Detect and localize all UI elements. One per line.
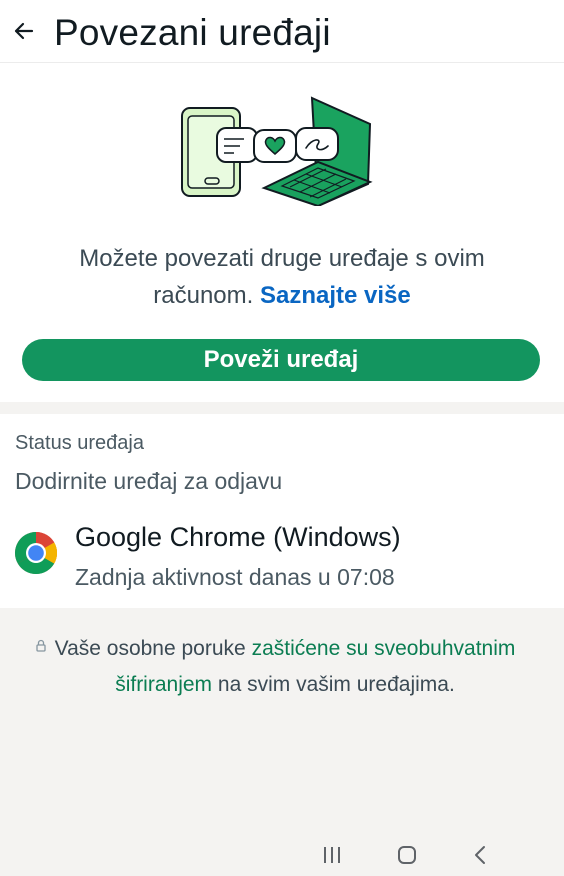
home-button[interactable] bbox=[392, 842, 422, 868]
linked-devices-description: Možete povezati druge uređaje s ovim rač… bbox=[30, 240, 534, 314]
link-device-button[interactable]: Poveži uređaj bbox=[22, 339, 540, 381]
system-navigation-bar bbox=[0, 836, 564, 876]
linked-devices-illustration bbox=[181, 96, 373, 206]
arrow-left-icon bbox=[14, 22, 34, 40]
encryption-text-after: na svim vašim uređajima. bbox=[217, 673, 455, 696]
chrome-icon bbox=[14, 532, 58, 575]
device-last-active: Zadnja aktivnost danas u 07:08 bbox=[75, 564, 395, 590]
section-hint: Dodirnite uređaj za odjavu bbox=[15, 468, 283, 494]
device-name: Google Chrome (Windows) bbox=[75, 522, 401, 552]
home-icon bbox=[398, 846, 416, 864]
encryption-notice: Vaše osobne poruke zaštićene su sveobuhv… bbox=[50, 631, 520, 703]
app-bar: Povezani uređaji bbox=[0, 0, 564, 63]
encryption-text-before: Vaše osobne poruke bbox=[54, 637, 246, 660]
system-back-button[interactable] bbox=[466, 842, 496, 868]
back-icon bbox=[475, 846, 485, 864]
lock-icon bbox=[36, 639, 46, 652]
page-title: Povezani uređaji bbox=[54, 12, 331, 53]
back-button[interactable] bbox=[8, 14, 42, 48]
top-panel: Povezani uređaji Možete povezati druge u… bbox=[0, 0, 564, 402]
device-item[interactable]: Google Chrome (Windows) Zadnja aktivnost… bbox=[0, 514, 564, 600]
section-title: Status uređaja bbox=[15, 432, 144, 454]
device-status-section: Status uređaja Dodirnite uređaj za odjav… bbox=[0, 414, 564, 608]
recent-apps-icon bbox=[324, 847, 340, 863]
recent-apps-button[interactable] bbox=[317, 842, 347, 868]
learn-more-link[interactable]: Saznajte više bbox=[260, 282, 411, 309]
